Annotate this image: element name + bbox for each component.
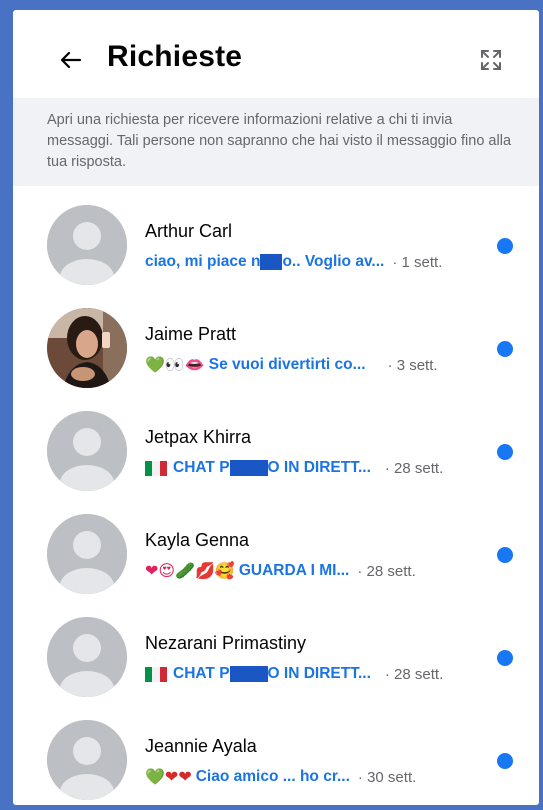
request-row[interactable]: Arthur Carl ciao, mi piace n o.. Voglio … <box>13 197 539 300</box>
unread-dot <box>497 238 513 254</box>
preview-text: CHAT P <box>173 459 230 476</box>
emoji-group: ❤😍🥒💋🥰 <box>145 561 235 580</box>
censor-block <box>229 460 268 476</box>
preview-text: O IN DIRETT... <box>267 665 371 682</box>
unread-dot <box>497 444 513 460</box>
emoji-group: 💚👀👄 <box>145 355 205 374</box>
avatar <box>47 514 127 594</box>
timestamp: · 28 sett. <box>384 459 444 477</box>
default-avatar-icon <box>47 720 127 800</box>
expand-icon <box>481 50 501 70</box>
info-banner: Apri una richiesta per ricevere informaz… <box>13 98 539 186</box>
request-row[interactable]: Nezarani Primastiny CHAT P O IN DIRETT..… <box>13 609 539 712</box>
censor-block <box>229 666 268 682</box>
avatar <box>47 205 127 285</box>
preview-text: Se vuoi divertirti co... <box>208 356 366 373</box>
timestamp: · 28 sett. <box>357 562 416 580</box>
italy-flag-icon <box>145 666 167 682</box>
message-preview: CHAT P O IN DIRETT... · 28 sett. <box>145 663 485 685</box>
contact-name: Jaime Pratt <box>145 324 237 344</box>
requests-list: Arthur Carl ciao, mi piace n o.. Voglio … <box>13 197 539 805</box>
contact-name: Jeannie Ayala <box>145 736 257 756</box>
unread-dot <box>497 547 513 563</box>
header: Richieste <box>13 10 539 102</box>
expand-button[interactable] <box>479 48 503 72</box>
preview-text: o.. Voglio av... <box>282 253 385 270</box>
timestamp: · 30 sett. <box>357 768 417 786</box>
avatar <box>47 411 127 491</box>
avatar <box>47 720 127 800</box>
timestamp: · 28 sett. <box>384 665 444 683</box>
preview-text: ciao, mi piace n <box>145 253 261 270</box>
avatar <box>47 308 127 388</box>
default-avatar-icon <box>47 205 127 285</box>
request-row[interactable]: Jaime Pratt 💚👀👄 Se vuoi divertirti co...… <box>13 300 539 403</box>
timestamp: · 3 sett. <box>387 356 438 374</box>
contact-name: Jetpax Khirra <box>145 427 252 447</box>
request-row[interactable]: Kayla Genna ❤😍🥒💋🥰 GUARDA I MI... · 28 se… <box>13 506 539 609</box>
requests-panel: Richieste Apri una richiesta per ricever… <box>13 10 539 805</box>
unread-dot <box>497 341 513 357</box>
default-avatar-icon <box>47 617 127 697</box>
censor-block <box>260 254 283 270</box>
preview-text: Ciao amico ... ho cr... <box>195 768 350 785</box>
request-row[interactable]: Jeannie Ayala 💚❤❤ Ciao amico ... ho cr..… <box>13 712 539 805</box>
request-row[interactable]: Jetpax Khirra CHAT P O IN DIRETT... · 28… <box>13 403 539 506</box>
default-avatar-icon <box>47 411 127 491</box>
contact-name: Nezarani Primastiny <box>145 633 307 653</box>
message-preview: ciao, mi piace n o.. Voglio av... · 1 se… <box>145 251 485 273</box>
message-preview: 💚👀👄 Se vuoi divertirti co... · 3 sett. <box>145 354 485 376</box>
back-arrow-icon <box>60 51 82 69</box>
preview-text: O IN DIRETT... <box>267 459 371 476</box>
avatar <box>47 617 127 697</box>
message-preview: CHAT P O IN DIRETT... · 28 sett. <box>145 457 485 479</box>
back-button[interactable] <box>57 46 85 74</box>
emoji-group: 💚❤❤ <box>145 767 192 786</box>
message-preview: ❤😍🥒💋🥰 GUARDA I MI... · 28 sett. <box>145 560 485 582</box>
page-title: Richieste <box>107 40 243 73</box>
profile-photo <box>47 308 127 388</box>
contact-name: Kayla Genna <box>145 530 250 550</box>
timestamp: · 1 sett. <box>392 253 443 271</box>
message-preview: 💚❤❤ Ciao amico ... ho cr... · 30 sett. <box>145 766 485 788</box>
preview-text: GUARDA I MI... <box>238 562 350 579</box>
default-avatar-icon <box>47 514 127 594</box>
unread-dot <box>497 753 513 769</box>
unread-dot <box>497 650 513 666</box>
preview-text: CHAT P <box>173 665 230 682</box>
italy-flag-icon <box>145 460 167 476</box>
contact-name: Arthur Carl <box>145 221 233 241</box>
